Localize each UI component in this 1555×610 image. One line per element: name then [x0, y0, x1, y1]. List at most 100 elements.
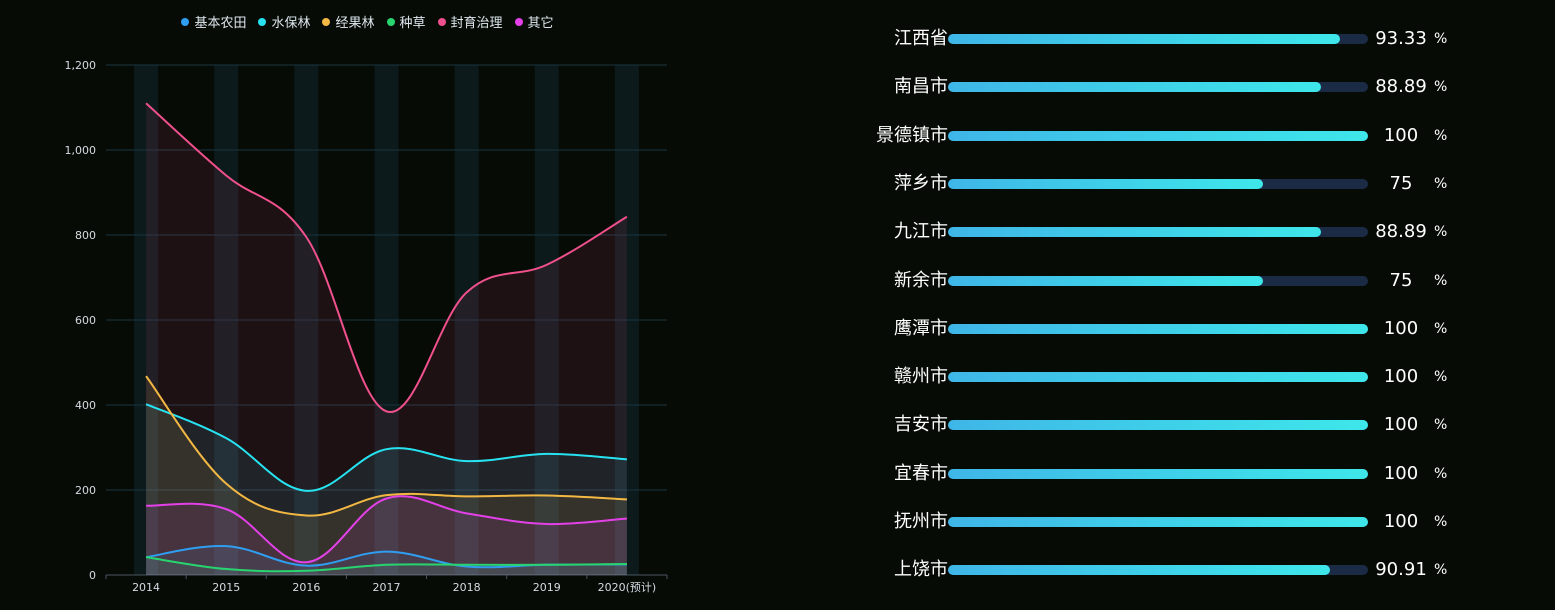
region-name: 新余市: [894, 269, 948, 291]
legend-label: 种草: [399, 16, 426, 31]
region-name: 上饶市: [894, 559, 948, 581]
region-name: 赣州市: [894, 366, 948, 388]
progress-row: 鹰潭市 100%: [860, 316, 1480, 342]
progress-bar: [948, 275, 1263, 286]
progress-unit: %: [1434, 224, 1448, 241]
progress-bar: [948, 34, 1340, 44]
x-tick-label: 2019: [533, 581, 561, 594]
y-tick-label: 200: [75, 484, 96, 497]
region-name: 江西省: [894, 28, 948, 49]
chart-legend: 基本农田 水保林 经果林 种草 封育治理 其它: [0, 12, 735, 31]
region-name: 九江市: [894, 221, 948, 243]
progress-track: [948, 517, 1368, 527]
legend-label: 经果林: [335, 16, 375, 31]
progress-value: 88.89: [1375, 221, 1427, 243]
progress-value: 100: [1383, 511, 1419, 532]
legend-item[interactable]: 水保林: [258, 12, 310, 31]
legend-marker-icon: [437, 17, 446, 26]
progress-value: 75: [1389, 269, 1413, 291]
region-name: 抚州市: [894, 511, 948, 532]
progress-row: 赣州市 100%: [860, 364, 1480, 390]
progress-value: 100: [1383, 462, 1419, 484]
progress-row: 萍乡市 75%: [860, 171, 1480, 197]
x-tick-label: 2015: [212, 581, 240, 594]
progress-bar: [948, 372, 1368, 383]
legend-label: 封育治理: [450, 16, 503, 31]
progress-bar: [948, 468, 1368, 479]
progress-value: 100: [1383, 317, 1419, 339]
progress-bar: [948, 82, 1322, 93]
progress-track: [948, 323, 1368, 334]
progress-unit: %: [1434, 514, 1448, 530]
legend-item[interactable]: 基本农田: [181, 12, 246, 31]
progress-bar: [948, 130, 1368, 141]
legend-item[interactable]: 其它: [514, 12, 554, 31]
y-tick-label: 0: [89, 569, 96, 582]
legend-marker-icon: [258, 17, 267, 26]
progress-row: 新余市 75%: [860, 268, 1480, 294]
legend-item[interactable]: 封育治理: [437, 12, 503, 31]
region-name: 宜春市: [894, 462, 948, 484]
progress-bar: [948, 178, 1263, 189]
progress-row: 景德镇市 100%: [860, 123, 1480, 149]
progress-track: [948, 178, 1368, 189]
progress-value: 100: [1383, 414, 1419, 436]
x-tick-label: 2017: [373, 581, 401, 594]
progress-track: [948, 565, 1368, 576]
progress-value: 100: [1383, 124, 1419, 146]
progress-unit: %: [1434, 369, 1448, 386]
progress-track: [948, 420, 1368, 431]
progress-bar: [948, 565, 1330, 576]
progress-row: 抚州市 100%: [860, 509, 1480, 535]
y-axis-ticks: 0 200 400 600 800 1,000 1,200: [65, 59, 97, 582]
region-name: 吉安市: [894, 414, 948, 436]
legend-marker-icon: [181, 17, 190, 26]
progress-row: 上饶市 90.91%: [860, 557, 1480, 583]
progress-track: [948, 468, 1368, 479]
legend-label: 水保林: [271, 16, 311, 31]
progress-row: 宜春市 100%: [860, 461, 1480, 487]
legend-item[interactable]: 种草: [386, 12, 426, 31]
progress-row: 江西省 93.33%: [860, 26, 1480, 52]
progress-unit: %: [1434, 175, 1448, 192]
legend-marker-icon: [322, 17, 331, 26]
progress-unit: %: [1434, 272, 1448, 289]
progress-track: [948, 275, 1368, 286]
progress-bar: [948, 420, 1368, 431]
progress-value: 100: [1383, 366, 1419, 388]
progress-bar: [948, 517, 1368, 527]
region-name: 萍乡市: [894, 172, 948, 194]
progress-value: 88.89: [1375, 76, 1427, 98]
progress-row: 九江市 88.89%: [860, 219, 1480, 245]
progress-value: 93.33: [1375, 28, 1427, 49]
x-axis: 2014 2015 2016 2017 2018 2019 2020(预计): [105, 575, 668, 594]
progress-track: [948, 130, 1368, 141]
progress-unit: %: [1434, 465, 1448, 482]
legend-marker-icon: [386, 17, 395, 26]
progress-unit: %: [1434, 562, 1448, 579]
region-name: 景德镇市: [876, 124, 948, 146]
y-tick-label: 400: [75, 399, 96, 412]
legend-marker-icon: [514, 17, 523, 26]
progress-track: [948, 82, 1368, 93]
y-tick-label: 600: [75, 314, 96, 327]
y-tick-label: 1,200: [65, 59, 97, 72]
progress-row: 南昌市 88.89%: [860, 74, 1480, 100]
legend-item[interactable]: 经果林: [322, 12, 375, 31]
x-tick-label: 2016: [292, 581, 320, 594]
x-tick-label: 2018: [453, 581, 481, 594]
progress-value: 75: [1389, 172, 1413, 194]
progress-unit: %: [1434, 417, 1448, 434]
area-line-chart: 0 200 400 600 800 1,000 1,200 2014 2015 2016 2017…: [65, 59, 668, 594]
progress-track: [948, 227, 1368, 238]
progress-value: 90.91: [1375, 559, 1427, 581]
x-tick-label: 2020(预计): [598, 581, 657, 594]
progress-bar: [948, 227, 1322, 238]
progress-row: 吉安市 100%: [860, 412, 1480, 438]
legend-label: 其它: [527, 16, 554, 31]
progress-bar: [948, 323, 1368, 334]
progress-track: [948, 372, 1368, 383]
progress-unit: %: [1434, 127, 1448, 144]
region-progress-list: 江西省 93.33% 南昌市 88.89% 景德镇市 100% 萍乡市 75% 九江市 88.89…: [860, 0, 1480, 610]
region-name: 鹰潭市: [894, 317, 948, 339]
